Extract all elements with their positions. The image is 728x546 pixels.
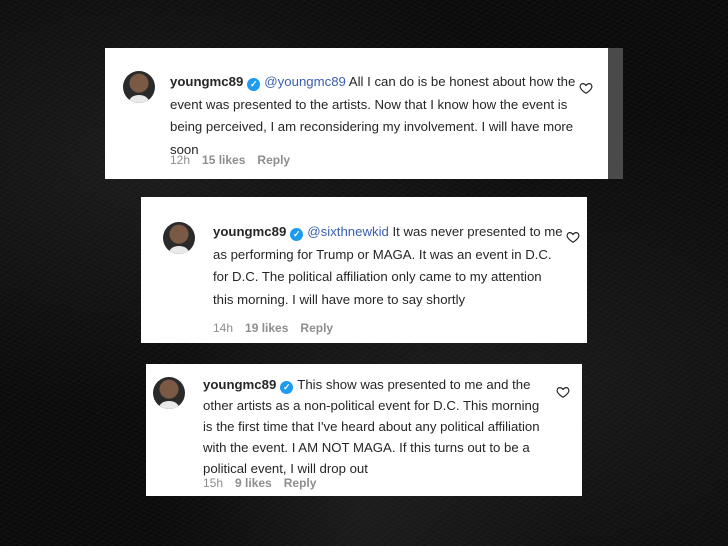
reply-button[interactable]: Reply (300, 321, 333, 335)
comment-text: youngmc89 ✓ @sixthnewkid It was never pres… (213, 221, 563, 311)
likes-count[interactable]: 19 likes (245, 321, 288, 335)
scrollbar[interactable] (608, 48, 623, 179)
reply-button[interactable]: Reply (257, 153, 290, 167)
verified-badge-icon: ✓ (247, 78, 261, 91)
comment-meta: 15h 9 likes Reply (203, 476, 328, 490)
username[interactable]: youngmc89 (170, 74, 243, 89)
comment-time: 14h (213, 321, 234, 335)
avatar[interactable] (153, 377, 185, 409)
heart-icon[interactable] (579, 81, 593, 95)
comment-card-2: youngmc89 ✓ @sixthnewkid It was never pres… (141, 197, 587, 343)
avatar[interactable] (123, 71, 155, 103)
comment-time: 15h (203, 476, 224, 490)
comment-text: youngmc89 ✓ This show was presented to me … (203, 374, 548, 479)
comment-meta: 14h 19 likes Reply (213, 321, 345, 335)
heart-icon[interactable] (556, 385, 570, 399)
likes-count[interactable]: 9 likes (235, 476, 272, 490)
mention-link[interactable]: @youngmc89 (264, 74, 346, 89)
comment-card-3: youngmc89 ✓ This show was presented to me … (146, 364, 582, 496)
verified-badge-icon: ✓ (280, 381, 294, 394)
avatar[interactable] (163, 222, 195, 254)
comment-meta: 12h 15 likes Reply (170, 153, 302, 167)
comment-card-1: youngmc89 ✓ @youngmc89 All I can do is be … (105, 48, 608, 179)
likes-count[interactable]: 15 likes (202, 153, 245, 167)
verified-badge-icon: ✓ (290, 228, 304, 241)
comment-time: 12h (170, 153, 191, 167)
username[interactable]: youngmc89 (203, 377, 276, 392)
reply-button[interactable]: Reply (284, 476, 317, 490)
mention-link[interactable]: @sixthnewkid (307, 224, 389, 239)
comment-text: youngmc89 ✓ @youngmc89 All I can do is be … (170, 71, 590, 161)
username[interactable]: youngmc89 (213, 224, 286, 239)
heart-icon[interactable] (566, 230, 580, 244)
